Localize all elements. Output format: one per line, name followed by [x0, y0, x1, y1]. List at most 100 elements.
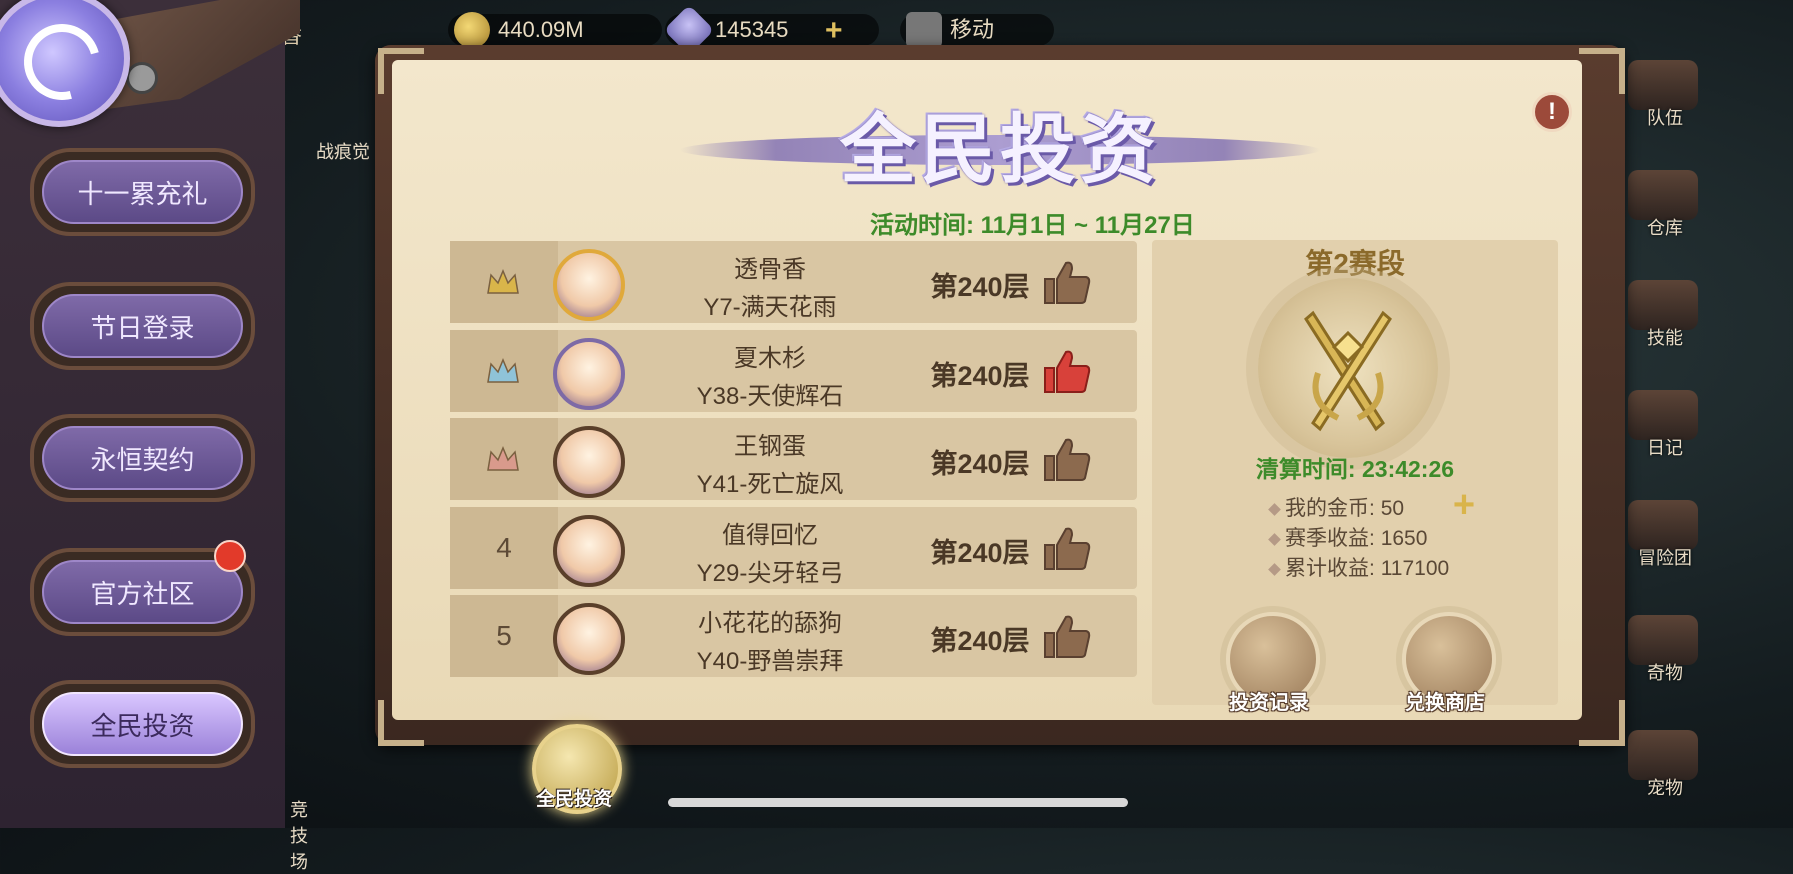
- diary-icon: [1628, 390, 1698, 440]
- stat-label: 我的金币:: [1285, 497, 1375, 520]
- frame-corner: [1579, 700, 1625, 746]
- ranking-row: 4 值得回忆 Y29-尖牙轻弓 第240层: [450, 507, 1137, 589]
- crown-icon: [487, 358, 519, 383]
- right-menu-team[interactable]: 队伍: [1620, 60, 1710, 130]
- event-time-label: 活动时间:: [870, 212, 974, 239]
- player-server-team: Y40-野兽崇拜: [696, 648, 844, 675]
- player-name: 透骨香: [734, 256, 806, 283]
- crown-icon: [487, 446, 519, 471]
- ranking-row: 夏木杉 Y38-天使辉石 第240层: [450, 330, 1137, 412]
- bottom-tab-label: 全民投资: [535, 789, 612, 810]
- investment-records-label: 投资记录: [1229, 692, 1309, 714]
- add-gold-plus-icon[interactable]: +: [1448, 486, 1480, 524]
- investment-records-button[interactable]: 投资记录: [1204, 612, 1334, 722]
- sidebar-item-national-investment[interactable]: 全民投资: [30, 680, 255, 768]
- my-gold-stat: 我的金币: 50: [1268, 492, 1405, 522]
- move-button[interactable]: 移动: [900, 12, 1054, 48]
- settle-time-label: 清算时间:: [1255, 456, 1356, 482]
- gem-counter[interactable]: 145345: [663, 4, 879, 56]
- frame-corner: [378, 700, 424, 746]
- settle-time: 清算时间: 23:42:26: [1152, 450, 1558, 484]
- player-avatar[interactable]: [553, 603, 625, 675]
- player-server-team: Y7-满天花雨: [703, 294, 837, 321]
- ranking-row: 王钢蛋 Y41-死亡旋风 第240层: [450, 418, 1137, 500]
- swords-icon: [1304, 310, 1392, 432]
- gold-value: 440.09M: [498, 17, 584, 42]
- stat-label: 赛季收益:: [1285, 527, 1375, 550]
- event-time-value: 11月1日 ~ 11月27日: [980, 212, 1195, 239]
- move-icon: [906, 12, 942, 48]
- gem-value: 145345: [715, 17, 789, 42]
- right-menu-label: 宠物: [1647, 778, 1683, 798]
- frame-corner: [1579, 48, 1625, 94]
- sidebar-item-label: 永恒契约: [42, 426, 243, 490]
- rank-number: 4: [496, 532, 512, 563]
- adventure-icon: [1628, 500, 1698, 550]
- player-server-team: Y38-天使辉石: [696, 383, 844, 410]
- total-income-stat: 累计收益: 117100: [1268, 552, 1449, 582]
- exchange-shop-label: 兑换商店: [1405, 692, 1485, 714]
- player-avatar[interactable]: [553, 426, 625, 498]
- season-income-stat: 赛季收益: 1650: [1268, 522, 1428, 552]
- player-avatar[interactable]: [553, 338, 625, 410]
- thumbs-up-icon[interactable]: [1042, 436, 1092, 482]
- notification-dot: [214, 540, 246, 572]
- logo-gem-icon: [126, 62, 158, 94]
- skill-book-icon: [1628, 280, 1698, 330]
- right-menu-label: 冒险团: [1638, 548, 1692, 568]
- thumbs-up-icon[interactable]: [1042, 348, 1092, 394]
- player-avatar[interactable]: [553, 249, 625, 321]
- pet-icon: [1628, 730, 1698, 780]
- player-name: 值得回忆: [722, 522, 818, 549]
- crown-icon: [487, 269, 519, 294]
- crossed-swords-medal-icon: [1258, 278, 1438, 458]
- artifact-icon: [1628, 615, 1698, 665]
- background-lower-label: 竞技场: [290, 800, 308, 872]
- right-menu-artifacts[interactable]: 奇物: [1620, 615, 1710, 685]
- right-menu-label: 日记: [1647, 438, 1683, 458]
- right-menu-adventure-group[interactable]: 冒险团: [1620, 500, 1710, 570]
- rank-number: 5: [496, 620, 512, 651]
- player-server-team: Y41-死亡旋风: [696, 471, 844, 498]
- info-icon[interactable]: !: [1532, 92, 1572, 132]
- right-menu-label: 奇物: [1647, 663, 1683, 683]
- right-menu-pets[interactable]: 宠物: [1620, 730, 1710, 800]
- sidebar-item-recharge-gift[interactable]: 十一累充礼: [30, 148, 255, 236]
- diamond-bullet-icon: [1268, 533, 1281, 546]
- ranking-row: 5 小花花的舔狗 Y40-野兽崇拜 第240层: [450, 595, 1137, 677]
- player-name: 夏木杉: [734, 345, 806, 372]
- home-indicator[interactable]: [668, 798, 1128, 807]
- sidebar-item-festival-login[interactable]: 节日登录: [30, 282, 255, 370]
- sidebar-item-label: 十一累充礼: [42, 160, 243, 224]
- add-gems-plus-icon[interactable]: +: [825, 16, 843, 46]
- exchange-shop-button[interactable]: 兑换商店: [1380, 612, 1510, 722]
- ranking-row: 透骨香 Y7-满天花雨 第240层: [450, 241, 1137, 323]
- logo-swirl-icon: [10, 10, 114, 114]
- right-menu-diary[interactable]: 日记: [1620, 390, 1710, 460]
- diamond-bullet-icon: [1268, 503, 1281, 516]
- right-menu-warehouse[interactable]: 仓库: [1620, 170, 1710, 240]
- right-menu-label: 仓库: [1647, 218, 1683, 238]
- move-label: 移动: [950, 17, 995, 42]
- diamond-bullet-icon: [1268, 563, 1281, 576]
- sidebar-item-label: 全民投资: [42, 692, 243, 756]
- player-name: 小花花的舔狗: [698, 610, 842, 637]
- frame-corner: [378, 48, 424, 94]
- stat-value: 50: [1380, 497, 1405, 520]
- player-name: 王钢蛋: [734, 433, 806, 460]
- sidebar-item-label: 官方社区: [42, 560, 243, 624]
- thumbs-up-icon[interactable]: [1042, 259, 1092, 305]
- gold-coin-icon: [454, 12, 490, 48]
- gold-counter[interactable]: 440.09M: [448, 12, 662, 48]
- event-time: 活动时间: 11月1日 ~ 11月27日: [870, 205, 1195, 240]
- thumbs-up-icon[interactable]: [1042, 525, 1092, 571]
- settle-time-value: 23:42:26: [1361, 456, 1455, 482]
- logo-decoration: [100, 0, 300, 110]
- thumbs-up-icon[interactable]: [1042, 613, 1092, 659]
- player-avatar[interactable]: [553, 515, 625, 587]
- book-icon: [1628, 60, 1698, 110]
- sidebar-item-label: 节日登录: [42, 294, 243, 358]
- sidebar-item-eternal-contract[interactable]: 永恒契约: [30, 414, 255, 502]
- right-menu-skills[interactable]: 技能: [1620, 280, 1710, 350]
- stat-value: 1650: [1380, 527, 1428, 550]
